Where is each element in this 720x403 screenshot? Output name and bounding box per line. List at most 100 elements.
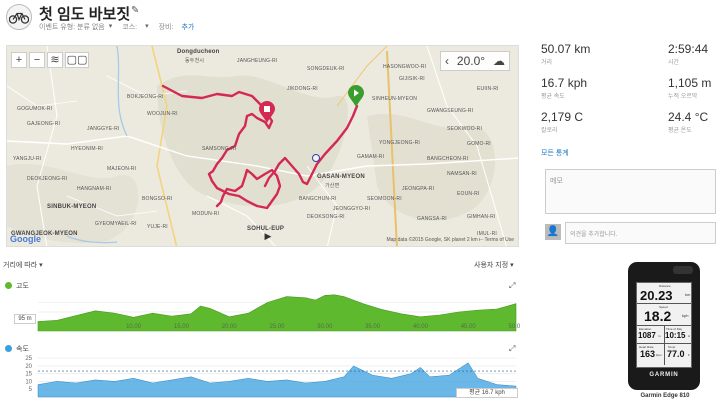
map-label: SINBUK-MYEON	[47, 204, 97, 210]
garmin-device-image: Distance 20.23 km Speed 18.2 kph Elevati…	[628, 262, 700, 390]
speed-y-tick: 15	[25, 372, 32, 378]
map-label: HANGNAM-RI	[77, 186, 112, 192]
elevation-chart[interactable]: 10.00 15.00 20.00 25.00 30.00 35.00 40.00 45.00…	[0, 291, 520, 337]
device-distance-value: 20.23	[640, 288, 673, 303]
map-label: GYEOMYAEIL-RI	[95, 221, 137, 227]
map-label: SONGDEUK-RI	[307, 66, 345, 72]
speed-average-value: 16.7 kph	[481, 390, 505, 396]
stat-value: 50.07 km	[541, 42, 591, 56]
activity-title[interactable]: 첫 임도 바보짓	[39, 3, 130, 24]
map-label: MAJEON-RI	[107, 166, 137, 172]
route-map[interactable]: + − ≋ ▢▢ ‹ 20.0° ☁ Dongducheon 동두천시 GWAN…	[6, 45, 519, 247]
elevation-x-tick: 35.00	[365, 324, 381, 330]
stat-value: 2:59:44	[668, 42, 709, 56]
caret-down-icon: ▾	[510, 262, 514, 269]
comment-input[interactable]: 의견을 추가합니다.	[565, 222, 716, 244]
map-label: GASAN-MYEON	[317, 174, 365, 180]
add-equipment-link[interactable]: 추가	[181, 22, 194, 32]
map-label: MODUN-RI	[192, 211, 220, 217]
map-label: GOMO-RI	[467, 141, 491, 147]
caret-down-icon[interactable]: ▾	[109, 22, 113, 32]
all-stats-link[interactable]: 모든 통계	[541, 148, 569, 158]
device-elevation-unit: m	[658, 334, 661, 338]
map-label: GIJISIK-RI	[399, 76, 425, 82]
elevation-dot-icon	[5, 282, 12, 289]
stat-value: 2,179 C	[541, 110, 584, 124]
elevation-x-tick: 10.00	[126, 324, 142, 330]
course-label: 코스:	[122, 24, 138, 31]
speed-average-badge: 평균 16.7 kph	[456, 388, 518, 398]
chevron-left-icon[interactable]: ‹	[445, 54, 449, 68]
map-label: GIMHAN-RI	[467, 214, 496, 220]
map-label: BONGSO-RI	[142, 196, 173, 202]
map-layers-icon[interactable]: ≋	[47, 52, 63, 68]
speed-y-tick: 10	[25, 379, 32, 385]
map-label: JEONGPA-RI	[402, 186, 435, 192]
map-view-toggle[interactable]: ▢▢	[65, 52, 89, 68]
device-brand: GARMIN	[649, 372, 679, 378]
stat-label: 평균 온도	[668, 128, 692, 134]
stat-distance: 50.07 km 거리	[541, 42, 631, 66]
map-label: SINHEUN-MYEON	[372, 96, 418, 102]
stat-label: 평균 속도	[541, 94, 565, 100]
elevation-x-tick: 30.00	[317, 324, 333, 330]
stat-time: 2:59:44 시간	[668, 42, 720, 66]
zoom-in-button[interactable]: +	[11, 52, 27, 68]
end-marker-icon[interactable]	[259, 101, 275, 128]
map-label: SEOMOON-RI	[367, 196, 402, 202]
map-label: YUJE-RI	[147, 224, 168, 230]
position-marker-icon	[312, 154, 320, 162]
speed-chart[interactable]: 25 20 15 10 5 평균 16.7 kph	[0, 353, 520, 401]
notes-field[interactable]: 메모	[545, 169, 716, 214]
map-label: WOOJUN-RI	[147, 111, 178, 117]
play-icon[interactable]: ▶	[262, 230, 274, 242]
map-label: GWANGSEUNG-RI	[427, 108, 474, 114]
elevation-chart-title: 고도	[5, 281, 29, 291]
device-hr-unit: bpm	[656, 353, 662, 357]
map-label: DEOKSONG-RI	[307, 214, 345, 220]
stat-calories: 2,179 C 칼로리	[541, 110, 631, 134]
stat-label: 시간	[668, 60, 680, 66]
map-label: GAJEONG-RI	[27, 121, 61, 127]
speed-chart-svg: 25 20 1510 5	[25, 356, 517, 398]
x-axis-selector[interactable]: 거리에 따라 ▾	[3, 260, 43, 270]
stat-label: 칼로리	[541, 128, 558, 134]
google-logo: Google	[10, 234, 41, 244]
device-screen: Distance 20.23 km Speed 18.2 kph Elevati…	[636, 282, 692, 368]
user-setting-label: 사용자 지정	[474, 262, 509, 269]
elevation-tick-label: 95 m	[14, 314, 36, 324]
map-attribution: Map data ©2015 Google, SK planet 2 km ⟝ …	[386, 237, 514, 243]
stat-value: 24.4 °C	[668, 110, 709, 124]
elevation-x-tick: 50.00	[508, 324, 520, 330]
elevation-chart-svg: 10.00 15.00 20.00 25.00 30.00 35.00 40.00 45.00…	[37, 294, 520, 332]
elevation-x-tick: 20.00	[222, 324, 238, 330]
activity-header: 첫 임도 바보짓 ✎ 이벤트 유형: 분류 없음 ▾ 코스: ▾ 장비: 추가	[0, 0, 720, 38]
map-label: EUIIN-RI	[477, 86, 499, 92]
equipment-label: 장비:	[158, 24, 174, 31]
device-top-bumps	[673, 266, 693, 274]
speed-y-tick: 5	[29, 387, 33, 393]
x-axis-label: 거리에 따라	[3, 262, 38, 269]
device-hr-value: 163	[640, 349, 656, 359]
event-type-selector[interactable]: 이벤트 유형: 분류 없음	[39, 22, 105, 32]
user-setting-selector[interactable]: 사용자 지정 ▾	[474, 260, 514, 270]
stat-avg-speed: 16.7 kph 평균 속도	[541, 76, 631, 100]
speed-title-text: 속도	[16, 346, 29, 353]
caret-down-icon[interactable]: ▾	[145, 22, 149, 32]
stat-elevation-gain: 1,105 m 누적 오르막	[668, 76, 720, 100]
map-label: HYEONIM-RI	[71, 146, 103, 152]
divider	[637, 303, 691, 304]
device-temp-value: 77.0	[667, 349, 685, 359]
zoom-out-button[interactable]: −	[29, 52, 45, 68]
map-label: GOGUMOK-RI	[17, 106, 53, 112]
speed-y-tick: 20	[25, 364, 32, 370]
map-label: 가산면	[325, 183, 340, 189]
map-label: GANGSA-RI	[417, 216, 447, 222]
stat-value: 1,105 m	[668, 76, 712, 90]
device-speed-value: 18.2	[644, 308, 672, 324]
edit-pencil-icon[interactable]: ✎	[131, 5, 139, 16]
start-marker-icon[interactable]	[348, 85, 364, 112]
expand-icon[interactable]: ⤢	[509, 281, 515, 291]
activity-meta: 이벤트 유형: 분류 없음 ▾ 코스: ▾ 장비: 추가	[39, 22, 194, 32]
cloud-icon: ☁	[493, 54, 505, 68]
